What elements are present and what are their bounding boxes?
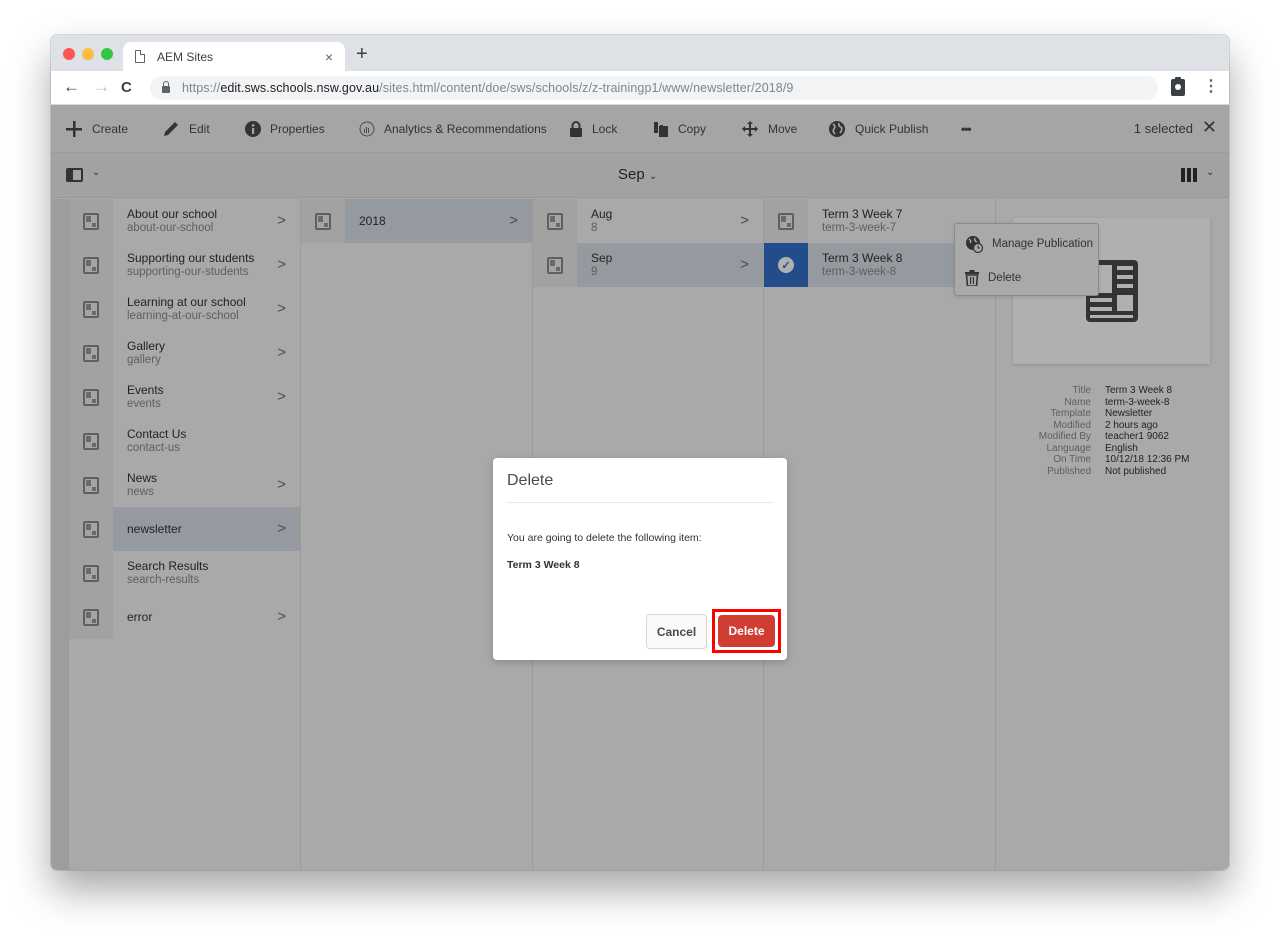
browser-window: AEM Sites × + ← → C https://edit.sws.sch… [51,35,1229,870]
extension-badge-icon[interactable] [1171,77,1185,96]
forward-button[interactable]: → [93,77,110,97]
lock-icon [162,81,170,93]
cancel-button[interactable]: Cancel [646,614,707,649]
aem-sites-app: Create Edit Properties Analytics & Recom… [51,105,1229,870]
maximize-window-button[interactable] [101,48,113,60]
delete-dialog: Delete You are going to delete the follo… [493,458,787,660]
minimize-window-button[interactable] [82,48,94,60]
dialog-message: You are going to delete the following it… [507,532,702,544]
confirm-delete-button[interactable]: Delete [718,615,775,647]
address-bar[interactable]: https://edit.sws.schools.nsw.gov.au/site… [150,76,1158,100]
url-text: https://edit.sws.schools.nsw.gov.au/site… [182,81,794,95]
tab-close-button[interactable]: × [325,49,333,65]
browser-toolbar: ← → C https://edit.sws.schools.nsw.gov.a… [51,71,1229,105]
browser-menu-button[interactable]: ⋮ [1203,78,1219,96]
back-button[interactable]: ← [63,77,80,97]
document-icon [135,50,145,63]
new-tab-button[interactable]: + [356,44,368,64]
dialog-title: Delete [507,472,554,489]
tab-title: AEM Sites [157,49,214,64]
highlight-box: Delete [712,609,781,653]
dialog-divider [507,502,773,503]
dialog-item-name: Term 3 Week 8 [507,559,580,571]
close-window-button[interactable] [63,48,75,60]
tab-strip: AEM Sites × + [51,35,1229,71]
browser-tab[interactable]: AEM Sites × [123,42,345,71]
reload-button[interactable]: C [121,78,132,98]
